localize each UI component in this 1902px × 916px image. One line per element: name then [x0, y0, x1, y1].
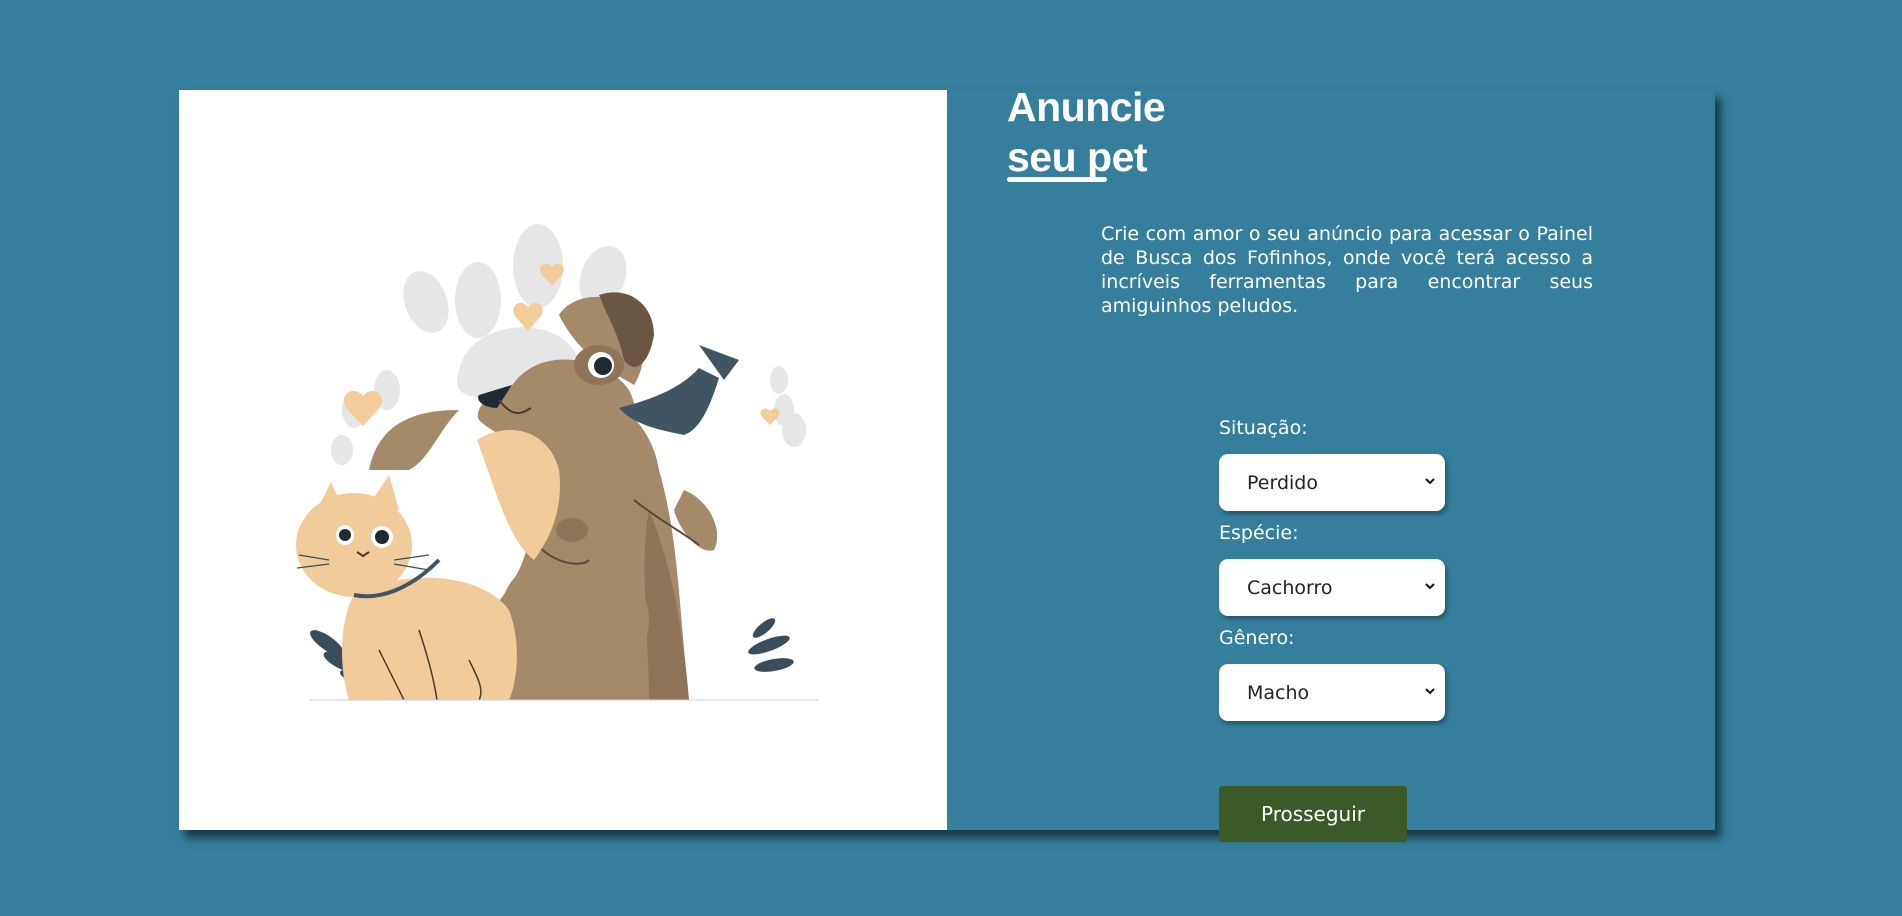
chevron-down-icon [1425, 583, 1435, 590]
especie-label: Espécie: [1219, 522, 1299, 544]
prosseguir-button[interactable]: Prosseguir [1219, 786, 1407, 842]
title-line-2: seu pet [1007, 134, 1148, 180]
ad-card: Anuncie seu pet Crie com amor o seu anún… [179, 84, 1715, 842]
chevron-down-icon [1425, 688, 1435, 695]
cat-and-dog-icon [296, 224, 819, 701]
situacao-value: Perdido [1247, 471, 1318, 494]
genero-value: Macho [1247, 681, 1310, 704]
situacao-select[interactable]: Perdido [1219, 454, 1445, 511]
description-text: Crie com amor o seu anúncio para acessar… [1101, 223, 1593, 317]
illustration-panel [179, 90, 947, 830]
chevron-down-icon [1425, 478, 1435, 485]
form-panel: Anuncie seu pet Crie com amor o seu anún… [947, 84, 1715, 842]
genero-label: Gênero: [1219, 627, 1295, 649]
title-line-1: Anuncie [1007, 84, 1166, 130]
title-underline [1007, 177, 1107, 182]
genero-select[interactable]: Macho [1219, 664, 1445, 721]
situacao-label: Situação: [1219, 417, 1308, 439]
especie-value: Cachorro [1247, 576, 1333, 599]
page-title: Anuncie seu pet [1007, 82, 1166, 182]
especie-select[interactable]: Cachorro [1219, 559, 1445, 616]
